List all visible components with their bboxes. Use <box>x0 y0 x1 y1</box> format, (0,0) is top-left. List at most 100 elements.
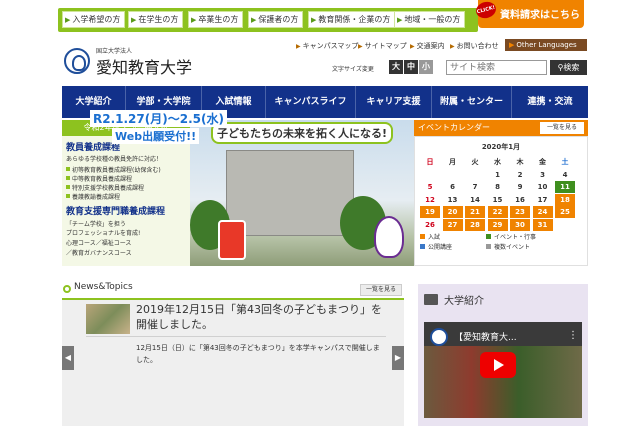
nav-campus-life[interactable]: キャンパスライフ <box>266 86 356 118</box>
calendar-day[interactable]: 24 <box>532 206 553 218</box>
hero-banner[interactable]: 子どもたちの未来を拓く人になる! <box>190 120 414 266</box>
calendar-day[interactable]: 18 <box>555 193 575 206</box>
calendar-day[interactable]: 16 <box>510 194 530 206</box>
calendar-day[interactable]: 23 <box>510 206 530 218</box>
mascot-image <box>374 216 404 258</box>
calendar-day[interactable]: 26 <box>420 219 440 231</box>
video-icon <box>424 294 438 305</box>
font-size-large-button[interactable]: 大 <box>389 60 403 74</box>
search-button[interactable]: ⚲検索 <box>550 60 587 75</box>
search-input[interactable] <box>446 60 547 75</box>
calendar-day[interactable]: 27 <box>442 218 463 231</box>
news-prev-button[interactable]: ◀ <box>62 346 74 370</box>
calendar-day[interactable]: 5 <box>420 181 440 193</box>
calendar-day[interactable]: 29 <box>487 218 508 231</box>
calendar-day[interactable]: 13 <box>443 194 463 206</box>
calendar-day[interactable]: 14 <box>465 194 485 206</box>
calendar-day[interactable]: 31 <box>532 218 553 231</box>
arrow-icon: ▶ <box>509 41 515 49</box>
calendar-weekday: 水 <box>494 158 501 166</box>
arrow-icon: ▶ <box>296 43 301 50</box>
request-materials-label[interactable]: 資料請求はこちら <box>500 6 580 21</box>
audience-tab-community[interactable]: ▶ 地域・一般の方 <box>394 11 466 28</box>
legend-swatch <box>486 244 491 249</box>
calendar-day[interactable]: 9 <box>510 181 530 193</box>
university-name[interactable]: 愛知教育大学 <box>96 54 192 78</box>
contact-link[interactable]: ▶ お問い合わせ <box>450 41 499 51</box>
audience-tab-label: 卒業生の方 <box>198 15 239 24</box>
calendar-weekday: 日 <box>426 158 434 166</box>
font-size-label: 文字サイズ変更 <box>332 66 374 73</box>
course1-item: 中等教育教員養成課程 <box>66 174 132 183</box>
calendar-day[interactable]: 11 <box>555 181 575 193</box>
legend-label: 入試 <box>428 234 441 241</box>
university-logo[interactable] <box>64 48 90 74</box>
calendar-weekday: 火 <box>471 158 479 166</box>
calendar-day[interactable]: 4 <box>555 169 575 181</box>
font-size-medium-button[interactable]: 中 <box>404 60 418 74</box>
calendar-day[interactable]: 7 <box>465 181 485 193</box>
audience-tab-label: 在学生の方 <box>138 15 179 24</box>
audience-tab-educators-companies[interactable]: ▶ 教育関係・企業の方 <box>308 11 396 28</box>
legend-swatch <box>420 244 425 249</box>
audience-tab-label: 地域・一般の方 <box>404 15 461 24</box>
news-next-button[interactable]: ▶ <box>392 346 404 370</box>
calendar-weekday: 土 <box>561 158 569 166</box>
calendar-day[interactable]: 12 <box>420 194 440 206</box>
more-vert-icon[interactable]: ⋮ <box>568 330 578 341</box>
arrow-icon: ▶ <box>358 43 363 50</box>
calendar-weekday: 木 <box>516 158 524 166</box>
calendar-more-button[interactable]: 一覧を見る <box>540 122 584 134</box>
nav-affiliates[interactable]: 附属・センター <box>432 86 512 118</box>
audience-tab-students[interactable]: ▶ 在学生の方 <box>128 11 184 28</box>
bullet-icon <box>66 167 70 171</box>
news-more-button[interactable]: 一覧を見る <box>360 284 402 296</box>
calendar-weekday: 月 <box>449 158 456 166</box>
course2-desc: 「チーム学校」を担う <box>66 221 126 228</box>
calendar-day[interactable]: 19 <box>420 206 440 218</box>
video-title[interactable]: 【愛知教育大... <box>454 330 517 343</box>
audience-tab-graduates[interactable]: ▶ 卒業生の方 <box>188 11 244 28</box>
hero-dates: R2.1.27(月)～2.5(水) <box>90 110 227 127</box>
legend-label: 複数イベント <box>494 244 531 251</box>
calendar-day[interactable]: 20 <box>442 206 463 218</box>
legend-label: イベント・行事 <box>494 234 537 241</box>
calendar-day[interactable]: 8 <box>488 181 508 193</box>
font-size-small-button[interactable]: 小 <box>419 60 433 74</box>
news-thumbnail[interactable] <box>86 304 130 334</box>
calendar-day[interactable]: 22 <box>487 206 508 218</box>
arrow-icon: ▶ <box>410 43 415 50</box>
access-link[interactable]: ▶ 交通案内 <box>410 41 445 51</box>
legend-label: 公開講座 <box>428 244 453 251</box>
calendar-day[interactable]: 17 <box>533 194 553 206</box>
arrow-icon: ▶ <box>131 16 137 24</box>
other-languages-button[interactable]: ▶ Other Languages <box>505 39 587 51</box>
audience-tab-label: 教育関係・企業の方 <box>318 15 391 24</box>
calendar-day[interactable]: 30 <box>510 218 530 231</box>
arrow-icon: ▶ <box>65 16 71 24</box>
audience-tab-applicants[interactable]: ▶ 入学希望の方 <box>62 11 126 28</box>
calendar-day[interactable]: 28 <box>465 218 485 231</box>
calendar-day[interactable]: 10 <box>533 181 553 193</box>
course2-desc: ／教育ガバナンスコース <box>66 250 132 257</box>
bullet-icon <box>66 176 70 180</box>
calendar-day[interactable]: 3 <box>533 169 553 181</box>
calendar-month: 2020年1月 <box>481 143 521 151</box>
nav-career[interactable]: キャリア支援 <box>356 86 432 118</box>
chevron-left-icon: ◀ <box>64 353 72 362</box>
calendar-day[interactable]: 2 <box>510 169 530 181</box>
audience-tab-label: 保護者の方 <box>258 15 299 24</box>
audience-tab-label: 入学希望の方 <box>72 15 121 24</box>
play-button-icon[interactable] <box>480 352 516 378</box>
audience-tab-parents[interactable]: ▶ 保護者の方 <box>248 11 304 28</box>
sitemap-link[interactable]: ▶ サイトマップ <box>358 41 407 51</box>
calendar-day[interactable]: 15 <box>488 194 508 206</box>
intro-video[interactable]: 【愛知教育大... ⋮ <box>424 322 582 418</box>
calendar-day[interactable]: 6 <box>443 181 463 193</box>
campus-map-link[interactable]: ▶ キャンパスマップ <box>296 41 358 51</box>
calendar-day[interactable]: 25 <box>555 206 575 218</box>
calendar-day[interactable]: 21 <box>465 206 485 218</box>
news-title[interactable]: 2019年12月15日「第43回冬の子どもまつり」を開催しました。 <box>136 302 386 332</box>
calendar-day[interactable]: 1 <box>488 169 508 181</box>
nav-collaboration[interactable]: 連携・交流 <box>512 86 588 118</box>
